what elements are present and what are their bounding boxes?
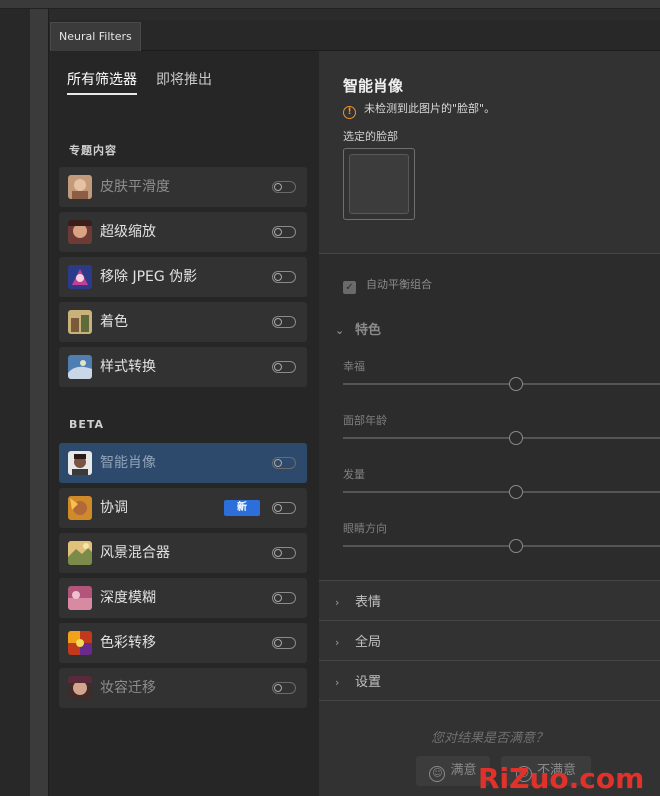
features-section-header[interactable]: ⌄ 特色 <box>335 319 381 338</box>
tab-coming-soon[interactable]: 即将推出 <box>156 69 212 89</box>
filter-row-colorize[interactable]: 着色 <box>59 302 307 342</box>
section-label: 表情 <box>355 595 382 610</box>
panel-tab-bar: Neural Filters <box>49 20 660 51</box>
top-chrome <box>0 0 660 9</box>
divider <box>319 620 660 621</box>
filter-label: 样式转换 <box>100 359 156 375</box>
beta-section-heading: BETA <box>69 418 105 431</box>
divider <box>319 580 660 581</box>
filter-list-column: 所有筛选器 即将推出 专题内容 皮肤平滑度 超级缩放 移除 JPEG 伪影 着色… <box>49 51 319 796</box>
filter-row-skin-smoothing[interactable]: 皮肤平滑度 <box>59 167 307 207</box>
selected-face-thumbnail[interactable] <box>343 148 415 220</box>
slider-label-eye-direction: 眼睛方向 <box>343 522 387 535</box>
chevron-right-icon: › <box>335 596 340 609</box>
landscape-mixer-thumb <box>68 541 92 565</box>
depth-blur-thumb <box>68 586 92 610</box>
tab-all-filters[interactable]: 所有筛选器 <box>67 69 137 95</box>
super-zoom-thumb <box>68 220 92 244</box>
filter-row-smart-portrait[interactable]: 智能肖像 <box>59 443 307 483</box>
filter-label: 色彩转移 <box>100 635 156 651</box>
selected-face-label: 选定的脸部 <box>343 130 398 143</box>
neural-filters-panel: Neural Filters 所有筛选器 即将推出 专题内容 皮肤平滑度 超级缩… <box>49 20 660 796</box>
style-transfer-thumb <box>68 355 92 379</box>
filter-toggle[interactable] <box>272 592 296 604</box>
new-badge: 新 <box>224 500 260 516</box>
filter-row-landscape-mixer[interactable]: 风景混合器 <box>59 533 307 573</box>
slider-knob-eye-direction[interactable] <box>509 539 523 553</box>
filter-toggle[interactable] <box>272 361 296 373</box>
chevron-down-icon: ⌄ <box>335 324 345 337</box>
slider-track-eye-direction[interactable] <box>343 545 660 547</box>
filter-toggle[interactable] <box>272 316 296 328</box>
filter-row-color-transfer[interactable]: 色彩转移 <box>59 623 307 663</box>
filter-title: 智能肖像 <box>343 77 404 95</box>
makeup-transfer-thumb <box>68 676 92 700</box>
color-transfer-thumb <box>68 631 92 655</box>
chevron-right-icon: › <box>335 636 340 649</box>
filter-label: 皮肤平滑度 <box>100 179 170 195</box>
filter-row-makeup-transfer[interactable]: 妆容迁移 <box>59 668 307 708</box>
filter-label: 深度模糊 <box>100 590 156 606</box>
smile-icon: ☺ <box>429 766 446 782</box>
auto-balance-checkbox-row[interactable]: ✓ 自动平衡组合 <box>343 276 432 294</box>
section-label: 设置 <box>355 675 382 690</box>
filter-toggle[interactable] <box>272 271 296 283</box>
divider <box>319 700 660 701</box>
warning-icon: ! <box>343 106 356 119</box>
filter-row-depth-blur[interactable]: 深度模糊 <box>59 578 307 618</box>
slider-track-facial-age[interactable] <box>343 437 660 439</box>
filter-label: 协调 <box>100 500 128 516</box>
section-label: 全局 <box>355 635 382 650</box>
section-expression[interactable]: › 表情 <box>335 591 381 610</box>
checkbox-icon[interactable]: ✓ <box>343 281 356 294</box>
feedback-question: 您对结果是否满意？ <box>430 731 548 746</box>
filter-toggle[interactable] <box>272 502 296 514</box>
section-global[interactable]: › 全局 <box>335 631 381 650</box>
toolbar-edge <box>30 9 49 796</box>
filter-label: 妆容迁移 <box>100 680 156 696</box>
features-header-label: 特色 <box>355 323 382 338</box>
slider-knob-hair-thickness[interactable] <box>509 485 523 499</box>
toolbar-strip <box>0 9 30 796</box>
filter-settings-column: 智能肖像 ! 未检测到此图片的"脸部"。 选定的脸部 ✓ 自动平衡组合 ⌄ 特色 幸福… <box>319 51 660 796</box>
skin-smoothing-thumb <box>68 175 92 199</box>
slider-knob-facial-age[interactable] <box>509 431 523 445</box>
warning-text: 未检测到此图片的"脸部"。 <box>364 102 496 115</box>
filter-label: 着色 <box>100 314 128 330</box>
featured-section-heading: 专题内容 <box>69 144 117 157</box>
filter-toggle[interactable] <box>272 181 296 193</box>
slider-label-facial-age: 面部年龄 <box>343 414 387 427</box>
panel-tab-neural-filters[interactable]: Neural Filters <box>50 22 141 51</box>
face-placeholder <box>349 154 409 214</box>
satisfied-label: 满意 <box>450 763 477 778</box>
filter-toggle[interactable] <box>272 457 296 469</box>
filter-label: 智能肖像 <box>100 455 156 471</box>
filter-label: 移除 JPEG 伪影 <box>100 269 198 285</box>
filter-row-harmonization[interactable]: 协调 新 <box>59 488 307 528</box>
slider-track-happiness[interactable] <box>343 383 660 385</box>
filter-toggle[interactable] <box>272 682 296 694</box>
slider-label-hair-thickness: 发量 <box>343 468 365 481</box>
filter-row-super-zoom[interactable]: 超级缩放 <box>59 212 307 252</box>
jpeg-artifacts-thumb <box>68 265 92 289</box>
colorize-thumb <box>68 310 92 334</box>
auto-balance-label: 自动平衡组合 <box>366 278 432 291</box>
face-warning: ! 未检测到此图片的"脸部"。 <box>343 100 495 119</box>
filter-label: 超级缩放 <box>100 224 156 240</box>
section-settings[interactable]: › 设置 <box>335 671 381 690</box>
slider-track-hair-thickness[interactable] <box>343 491 660 493</box>
watermark-logo: RiZuo.com <box>478 762 645 795</box>
slider-knob-happiness[interactable] <box>509 377 523 391</box>
harmonization-thumb <box>68 496 92 520</box>
filter-toggle[interactable] <box>272 547 296 559</box>
filter-row-jpeg-artifacts[interactable]: 移除 JPEG 伪影 <box>59 257 307 297</box>
filter-toggle[interactable] <box>272 637 296 649</box>
chevron-right-icon: › <box>335 676 340 689</box>
filter-label: 风景混合器 <box>100 545 170 561</box>
slider-label-happiness: 幸福 <box>343 360 365 373</box>
filter-row-style-transfer[interactable]: 样式转换 <box>59 347 307 387</box>
filter-toggle[interactable] <box>272 226 296 238</box>
smart-portrait-thumb <box>68 451 92 475</box>
divider <box>319 660 660 661</box>
